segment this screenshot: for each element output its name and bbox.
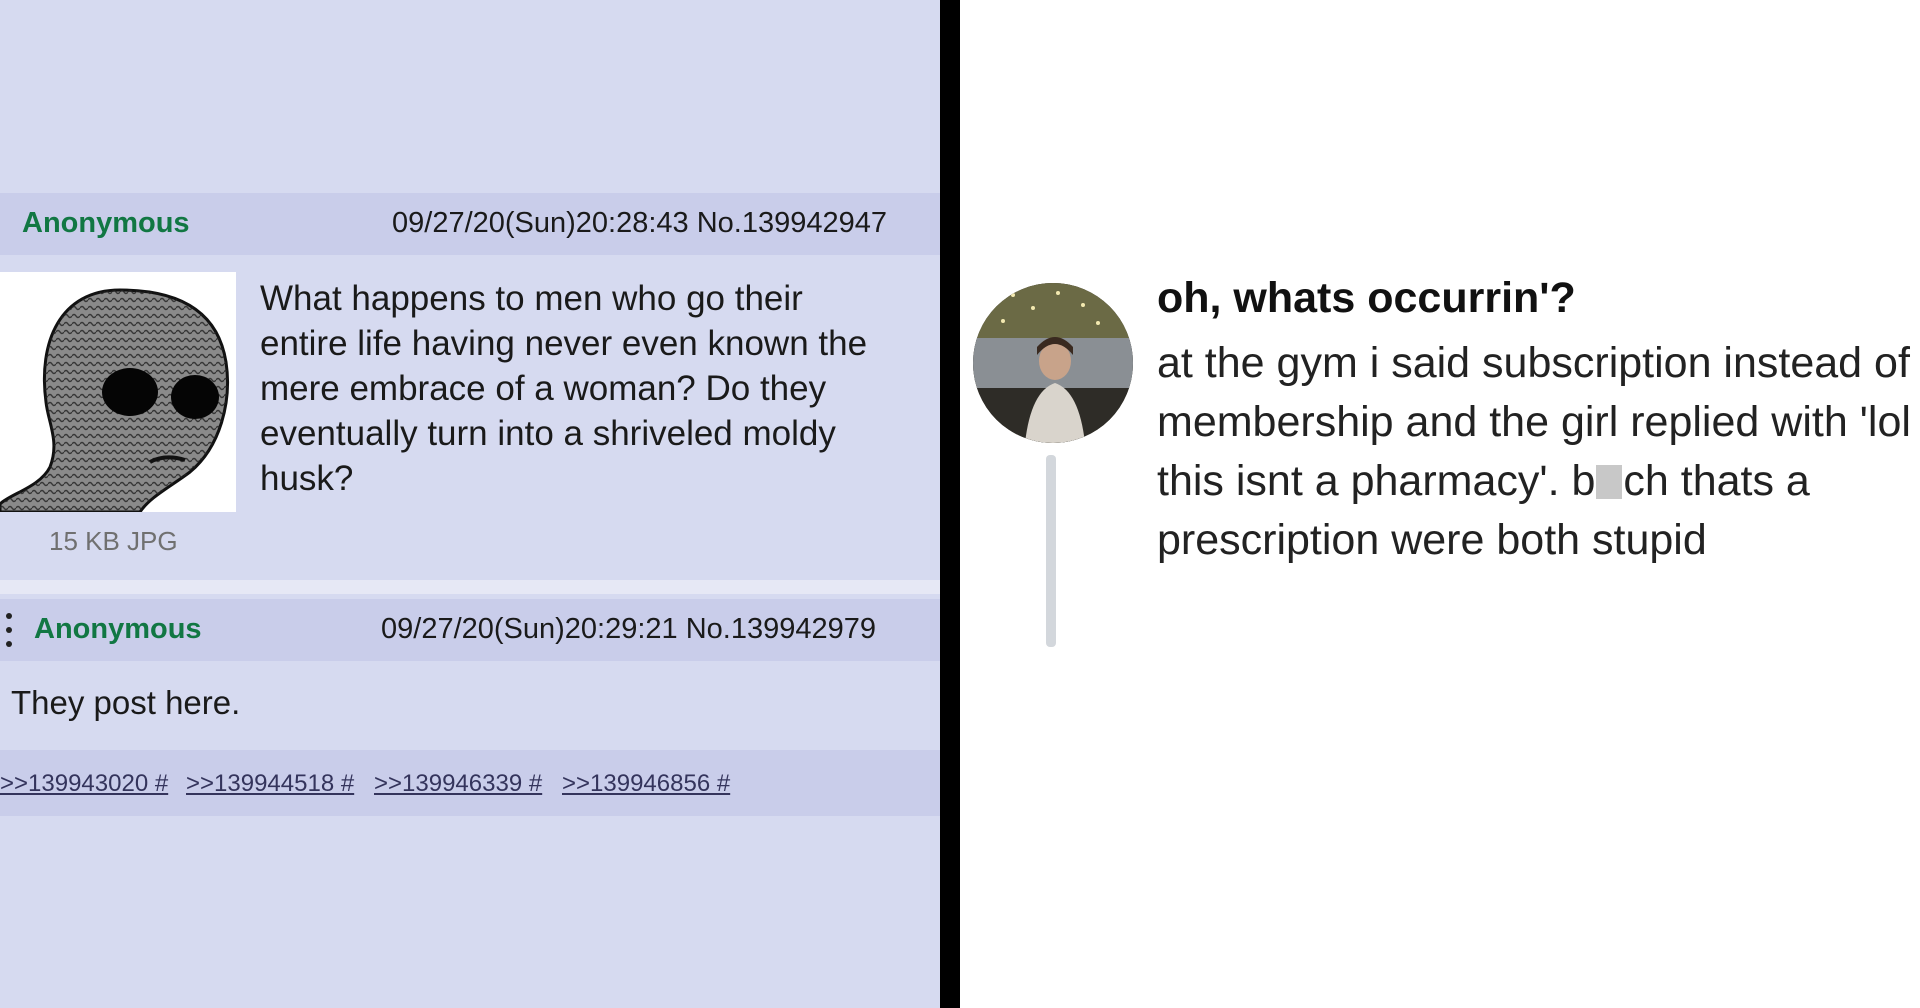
wojak-illustration (0, 288, 229, 512)
backlink-4[interactable]: >>139946856 # (562, 770, 730, 798)
censor-block (1596, 465, 1623, 499)
reply-backlinks: >>139943020 # >>139944518 # >>139946339 … (0, 750, 940, 816)
op-file-info[interactable]: 15 KB JPG (49, 526, 178, 557)
op-post-body: What happens to men who go their entire … (260, 279, 868, 498)
post-text: at the gym i said subscription instead o… (1157, 334, 1917, 570)
avatar-photo (973, 283, 1133, 443)
avatar[interactable] (973, 283, 1133, 443)
reply-post-header: Anonymous 09/27/20(Sun)20:29:21 No.13994… (0, 599, 940, 661)
backlink-2[interactable]: >>139944518 # (186, 770, 354, 798)
backlink-3[interactable]: >>139946339 # (374, 770, 542, 798)
op-thumbnail-image[interactable] (0, 272, 236, 512)
post-username[interactable]: oh, whats occurrin'? (1157, 274, 1576, 323)
panel-separator (940, 0, 960, 1008)
reply-poster-name: Anonymous (34, 613, 202, 645)
reply-post-body: They post here. (11, 684, 241, 721)
thread-line (1046, 455, 1056, 647)
op-post-meta[interactable]: 09/27/20(Sun)20:28:43 No.139942947 (392, 207, 887, 240)
post-divider (0, 580, 940, 594)
reply-post-meta[interactable]: 09/27/20(Sun)20:29:21 No.139942979 (381, 613, 876, 646)
op-poster-name: Anonymous (22, 207, 190, 239)
backlink-1[interactable]: >>139943020 # (0, 770, 168, 798)
op-post-header: Anonymous 09/27/20(Sun)20:28:43 No.13994… (0, 193, 940, 255)
post-menu-icon[interactable] (4, 613, 14, 647)
imageboard-panel: Anonymous 09/27/20(Sun)20:28:43 No.13994… (0, 0, 940, 1008)
